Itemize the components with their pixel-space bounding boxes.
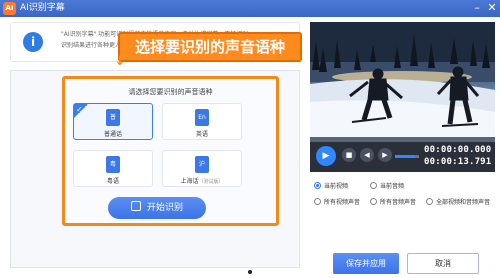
play-icon[interactable]: ▶ (316, 146, 336, 166)
previous-icon[interactable]: ◀ (360, 148, 374, 162)
current-time: 00:00:00.000 (424, 145, 492, 155)
radio-icon (370, 198, 377, 205)
book-icon: 沪 (195, 156, 209, 173)
ski-scene-image (310, 22, 495, 137)
language-label-text: 上海话 (180, 178, 199, 185)
stop-icon[interactable]: ■ (342, 148, 356, 162)
language-option-shanghainese[interactable]: 沪 上海话（测试版） (162, 150, 242, 187)
scope-option-all-video[interactable]: 所有视频声音 (314, 197, 360, 206)
start-recognition-label: 开始识别 (146, 203, 183, 213)
language-select-title: 请选择您要识别的声音语种 (128, 88, 213, 96)
language-label: 上海话（测试版） (163, 176, 241, 185)
scope-label: 全部视频和音频声音 (436, 199, 491, 206)
scope-label: 所有视频声音 (324, 199, 361, 206)
radio-icon (314, 182, 321, 189)
radio-icon (426, 198, 433, 205)
arrow-down-icon: ↓ (114, 54, 126, 69)
save-apply-button[interactable]: 保存并应用 (333, 253, 399, 274)
title-bar: AI AI识别字幕 – ✕ (0, 0, 500, 17)
book-icon: 粤 (106, 156, 120, 173)
book-icon: 普 (106, 109, 120, 126)
cancel-button[interactable]: 取消 (407, 253, 479, 274)
resize-handle[interactable] (248, 270, 252, 274)
minimize-icon[interactable]: – (470, 1, 484, 15)
window-title: AI识别字幕 (20, 3, 65, 13)
scan-icon (130, 201, 141, 211)
player-controls: ▶ ■ ◀ ▶ 00:00:00.000 00:00:13.791 (310, 142, 495, 172)
check-icon: ✓ (74, 104, 88, 118)
language-option-mandarin[interactable]: ✓ 普 普通话 (73, 103, 153, 140)
close-icon[interactable]: ✕ (485, 1, 499, 15)
radio-icon (370, 182, 377, 189)
scope-option-current-audio[interactable]: 当前音频 (370, 181, 404, 190)
total-time: 00:00:13.791 (424, 157, 492, 167)
language-label: 普通话 (103, 131, 122, 138)
volume-fill (395, 155, 416, 158)
scope-option-all-audio[interactable]: 所有音频声音 (370, 197, 416, 206)
callout-banner: 选择要识别的声音语种 (118, 32, 302, 62)
language-sublabel: （测试版） (198, 179, 224, 185)
volume-slider[interactable] (395, 155, 419, 158)
info-icon: i (23, 32, 43, 52)
language-label: 粤语 (106, 178, 119, 185)
next-icon[interactable]: ▶ (378, 148, 392, 162)
scope-label: 当前视频 (324, 183, 349, 190)
book-icon: En (195, 109, 209, 126)
radio-icon (314, 198, 321, 205)
scope-option-all-media[interactable]: 全部视频和音频声音 (426, 197, 490, 206)
language-label: 英语 (195, 131, 208, 138)
start-recognition-button[interactable]: 开始识别 (108, 197, 206, 219)
language-option-cantonese[interactable]: 粤 粤语 (73, 150, 153, 187)
app-logo-icon: AI (3, 2, 16, 15)
language-option-english[interactable]: En 英语 (162, 103, 242, 140)
scope-option-current-video[interactable]: 当前视频 (314, 181, 348, 190)
scope-label: 当前音频 (380, 183, 405, 190)
scope-label: 所有音频声音 (380, 199, 417, 206)
video-preview (310, 22, 495, 137)
